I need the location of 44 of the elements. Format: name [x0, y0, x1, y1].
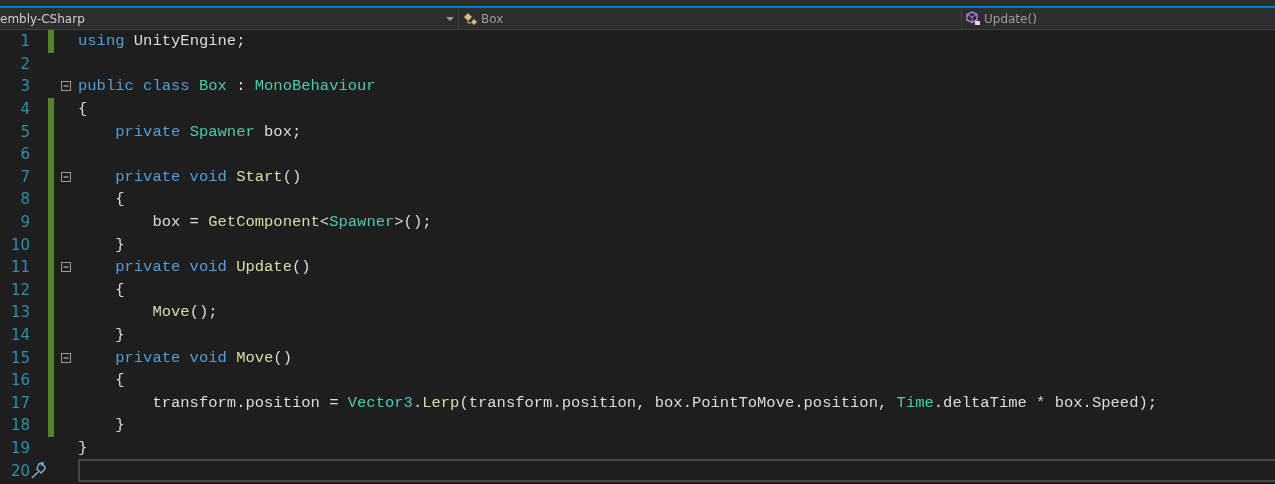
caret-icon	[446, 16, 454, 21]
code-line: }	[114, 235, 125, 254]
line-number: 8	[19, 190, 30, 209]
line-number: 17	[9, 393, 30, 412]
method-icon	[966, 11, 981, 26]
code-line: transform.position = Vector3.Lerp(transform.position, box.PointToMove.position, Time.deltaTime * box.Speed);	[151, 393, 1158, 412]
line-number: 3	[19, 77, 30, 96]
line-number: 9	[19, 213, 30, 232]
code-line: private void Move()	[114, 348, 292, 367]
code-line: {	[78, 100, 88, 119]
line-number: 1	[19, 32, 30, 51]
screwdriver-icon	[30, 462, 46, 480]
code-line: public class Box : MonoBehaviour	[78, 77, 376, 96]
line-number: 2	[19, 54, 30, 73]
line-number: 6	[19, 145, 30, 164]
class-icon	[463, 11, 478, 26]
line-number: 14	[9, 326, 30, 344]
code-line: {	[114, 280, 125, 299]
code-line: box = GetComponent<Spawner>();	[151, 213, 432, 232]
dropdown[interactable]: Box	[459, 8, 962, 29]
code-line: }	[114, 416, 125, 435]
code-line: }	[78, 439, 88, 457]
line-number: 11	[9, 258, 30, 277]
code-line: Move();	[151, 303, 218, 322]
code-line: {	[114, 371, 125, 390]
line-number: 15	[9, 348, 30, 367]
line-number: 20	[9, 461, 30, 480]
dropdown[interactable]: Update()	[962, 8, 1275, 29]
line-number: 16	[9, 371, 30, 390]
code-line: {	[114, 190, 125, 209]
line-number: 7	[19, 167, 30, 186]
code-line: private void Update()	[114, 258, 311, 277]
line-number: 4	[19, 100, 30, 119]
line-number: 12	[9, 280, 30, 299]
line-number: 19	[9, 439, 30, 457]
line-number: 18	[9, 416, 30, 435]
code-line: using UnityEngine;	[78, 32, 246, 51]
dropdown[interactable]: embly-CSharp	[0, 8, 459, 29]
line-number: 13	[9, 303, 30, 322]
code-line: private Spawner box;	[114, 122, 302, 141]
code-line: }	[114, 326, 125, 344]
code-line: private void Start()	[114, 167, 302, 186]
line-number: 10	[9, 235, 30, 254]
line-number: 5	[19, 122, 30, 141]
